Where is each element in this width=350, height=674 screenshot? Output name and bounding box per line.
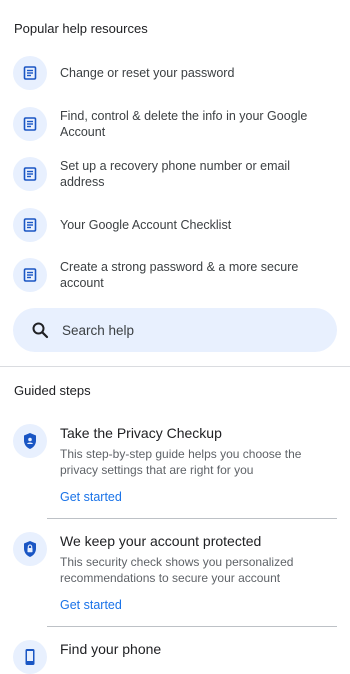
guided-step-title: Take the Privacy Checkup: [60, 425, 222, 441]
guided-steps-heading: Guided steps: [14, 383, 91, 398]
resource-item-recovery-phone-email[interactable]: Set up a recovery phone number or email …: [13, 157, 343, 191]
section-divider: [0, 366, 350, 367]
resource-item-account-checklist[interactable]: Your Google Account Checklist: [13, 208, 343, 242]
guided-step-account-protected: We keep your account protected This secu…: [13, 532, 343, 622]
resource-item-label: Change or reset your password: [60, 66, 235, 80]
security-lock-shield-icon: [13, 532, 47, 566]
resource-item-strong-password[interactable]: Create a strong password & a more secure…: [13, 258, 343, 292]
search-icon: [31, 321, 49, 339]
guided-step-title: Find your phone: [60, 641, 162, 657]
popular-resources-heading: Popular help resources: [14, 21, 148, 36]
privacy-shield-icon: [13, 424, 47, 458]
guided-step-divider: [47, 518, 337, 519]
article-icon: [13, 258, 47, 292]
article-icon: [13, 56, 47, 90]
get-started-link[interactable]: Get started: [60, 490, 122, 504]
article-icon: [13, 157, 47, 191]
guided-step-title: We keep your account protected: [60, 533, 262, 549]
article-icon: [13, 208, 47, 242]
guided-step-find-phone[interactable]: Find your phone: [13, 640, 343, 674]
phone-icon: [13, 640, 47, 674]
guided-step-description: This security check shows you personaliz…: [60, 555, 294, 585]
guided-step-divider: [47, 626, 337, 627]
guided-step-description: This step-by-step guide helps you choose…: [60, 447, 302, 477]
resource-item-label: Create a strong password & a more secure…: [60, 260, 299, 290]
search-help-label: Search help: [62, 322, 135, 338]
resource-item-find-control-delete-info[interactable]: Find, control & delete the info in your …: [13, 107, 343, 141]
resource-item-label: Find, control & delete the info in your …: [60, 109, 308, 139]
article-icon: [13, 107, 47, 141]
resource-item-change-password[interactable]: Change or reset your password: [13, 56, 343, 90]
search-help-input[interactable]: Search help: [13, 308, 337, 352]
guided-step-privacy-checkup: Take the Privacy Checkup This step-by-st…: [13, 424, 343, 514]
get-started-link[interactable]: Get started: [60, 598, 122, 612]
resource-item-label: Set up a recovery phone number or email …: [60, 159, 290, 189]
resource-item-label: Your Google Account Checklist: [60, 218, 232, 232]
